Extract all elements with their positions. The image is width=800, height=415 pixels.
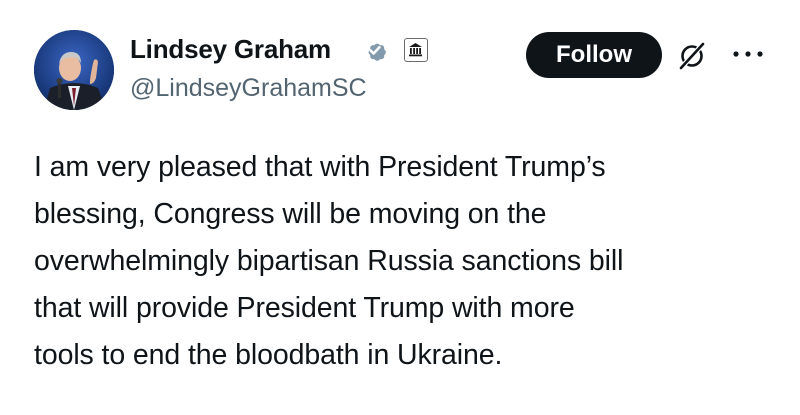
tweet-text-line: overwhelmingly bipartisan Russia sanctio… <box>34 245 624 277</box>
grok-icon[interactable] <box>676 40 708 72</box>
follow-button[interactable]: Follow <box>526 32 662 78</box>
profile-photo-icon <box>34 30 114 110</box>
tweet-text: I am very pleased that with President Tr… <box>34 144 784 379</box>
tweet-text-line: tools to end the bloodbath in Ukraine. <box>34 339 503 371</box>
tweet-text-line: blessing, Congress will be moving on the <box>34 198 547 230</box>
government-building-icon[interactable] <box>404 38 428 62</box>
tweet-text-line: that will provide President Trump with m… <box>34 292 575 324</box>
author-name[interactable]: Lindsey Graham <box>130 34 331 65</box>
verified-badge-icon[interactable] <box>361 36 389 64</box>
more-options-icon[interactable] <box>728 44 768 64</box>
tweet-card: Lindsey Graham @LindseyGrahamSC Follow I… <box>0 0 800 415</box>
tweet-text-line: I am very pleased that with President Tr… <box>34 151 606 183</box>
avatar[interactable] <box>34 30 114 110</box>
author-handle[interactable]: @LindseyGrahamSC <box>130 74 367 103</box>
